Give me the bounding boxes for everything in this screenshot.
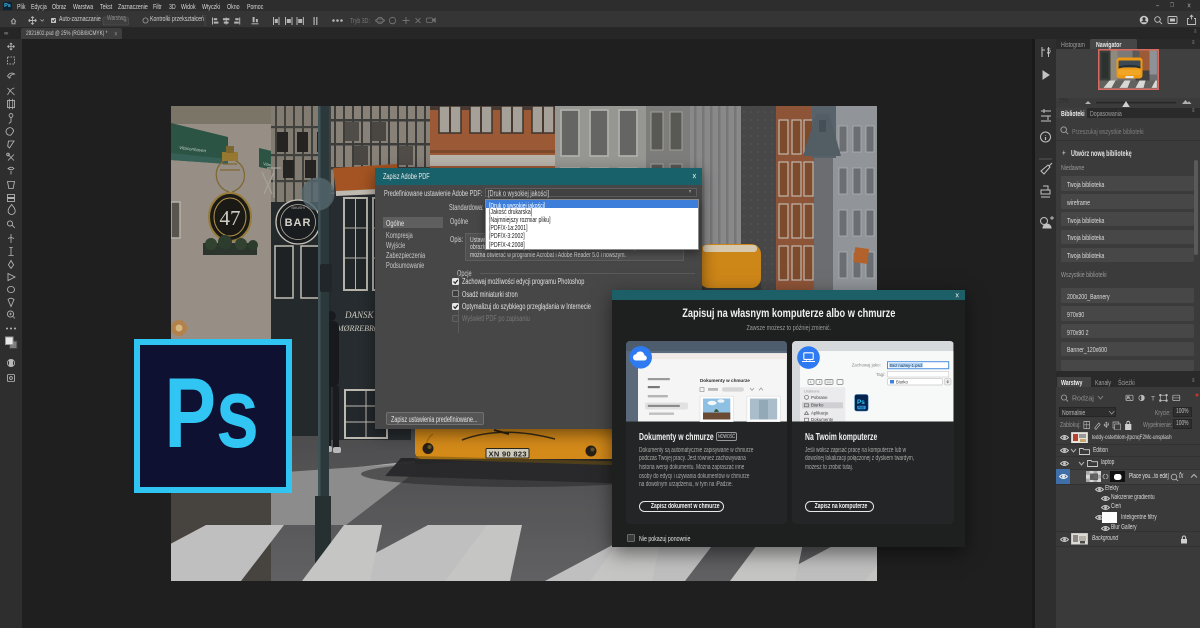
svg-text:Tryb 3D:: Tryb 3D: (350, 17, 370, 25)
svg-text:Bez nazwy-1.psd: Bez nazwy-1.psd (890, 363, 923, 368)
svg-text:Aplikacje: Aplikacje (811, 410, 829, 415)
svg-text:Pobrane: Pobrane (811, 395, 828, 400)
svg-text:Dokumenty: Dokumenty (811, 417, 834, 421)
svg-text:Zachowaj jako:: Zachowaj jako: (852, 362, 881, 367)
svg-text:T: T (1151, 396, 1155, 403)
svg-text:Biurko: Biurko (896, 380, 909, 385)
svg-text:Biurko: Biurko (811, 403, 824, 408)
svg-text:Tagi:: Tagi: (876, 372, 886, 377)
svg-text:Ulubione: Ulubione (804, 389, 821, 394)
svg-text:5: 5 (1047, 48, 1051, 55)
svg-text:Rodzaj: Rodzaj (1072, 396, 1094, 403)
svg-text:Dokumenty w chmurze: Dokumenty w chmurze (700, 378, 750, 383)
svg-text:PSD: PSD (859, 406, 866, 410)
svg-text:Ps: Ps (165, 358, 259, 468)
